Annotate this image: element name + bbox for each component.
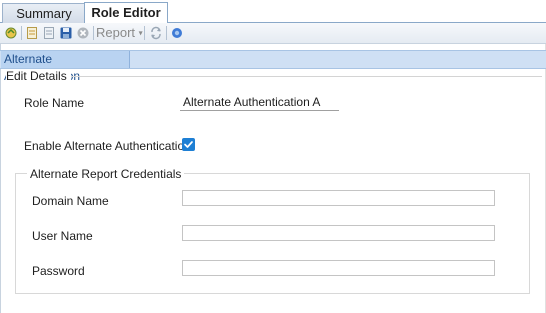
tab-summary[interactable]: Summary [2,3,86,23]
password-label: Password [32,264,85,278]
subtab-bar: Alternate Authentication [0,50,546,83]
domain-name-field[interactable] [182,190,495,206]
edit-document-icon[interactable] [42,26,56,40]
enable-alternate-authentication-checkbox[interactable] [182,138,195,151]
divider [68,76,542,77]
tab-alternate-authentication[interactable]: Alternate Authentication [1,51,130,83]
role-name-label: Role Name [24,96,85,110]
refresh-icon[interactable] [4,26,18,40]
alternate-report-credentials-legend: Alternate Report Credentials [27,167,185,181]
user-name-label: User Name [32,229,93,243]
user-name-field[interactable] [182,225,495,241]
report-menu[interactable]: Report ▾ [96,24,143,43]
edit-details-legend: Edit Details [6,69,71,83]
report-label: Report [96,25,136,40]
checkmark-icon [184,141,193,148]
domain-name-label: Domain Name [32,194,109,208]
toolbar: Report ▾ [0,23,546,44]
tab-bar: Summary Role Editor [0,0,546,24]
refresh-arrows-icon[interactable] [149,26,163,40]
tab-role-editor[interactable]: Role Editor [84,2,168,24]
role-name-field[interactable] [180,93,339,111]
help-icon[interactable] [170,26,184,40]
toolbar-separator [93,26,94,40]
toolbar-separator [166,26,167,40]
chevron-down-icon: ▾ [138,28,143,38]
password-field[interactable] [182,260,495,276]
new-document-icon[interactable] [25,26,39,40]
save-icon[interactable] [59,26,73,40]
enable-alternate-authentication-label: Enable Alternate Authentication [24,139,191,153]
toolbar-separator [144,26,145,40]
edit-details-panel: Edit Details Role Name Enable Alternate … [0,68,546,313]
toolbar-separator [21,26,22,40]
cancel-icon[interactable] [76,26,90,40]
